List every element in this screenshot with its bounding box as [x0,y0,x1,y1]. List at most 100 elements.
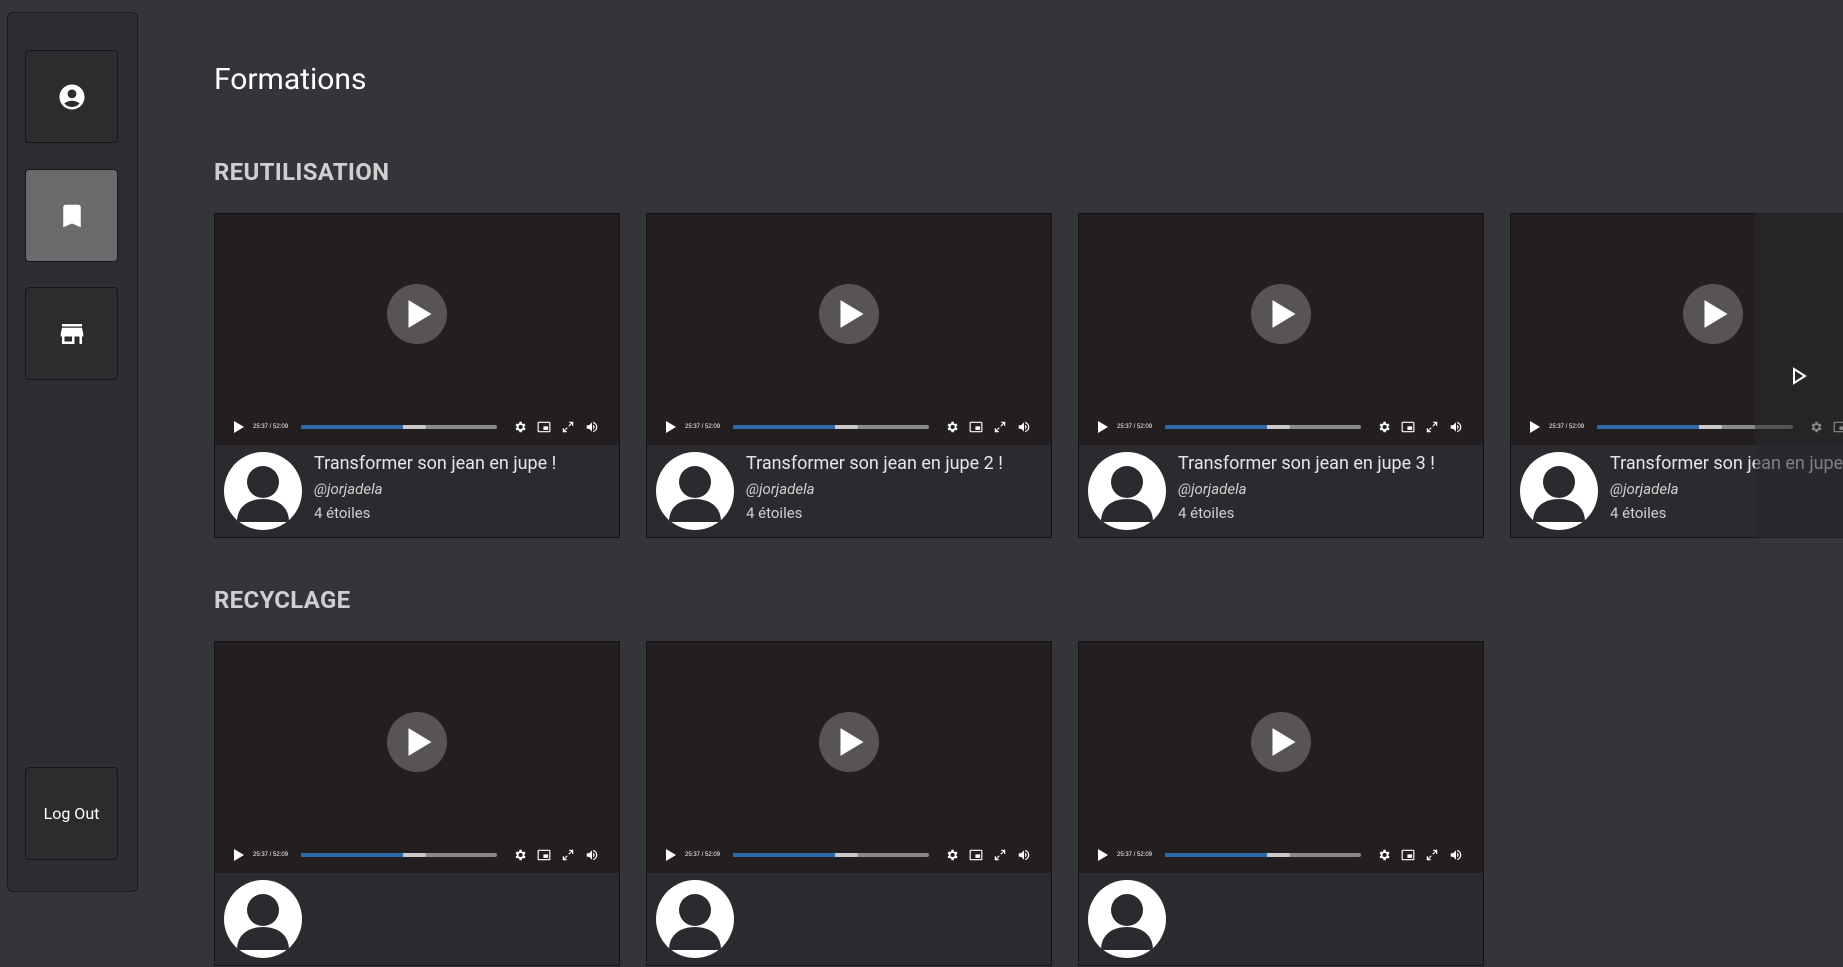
page-title: Formations [214,62,367,97]
picture-in-picture-icon[interactable] [537,848,551,862]
play-button[interactable] [1251,284,1311,344]
progress-bar[interactable] [733,853,929,857]
play-button[interactable] [1251,712,1311,772]
picture-in-picture-icon[interactable] [969,848,983,862]
play-small-icon[interactable] [664,848,678,862]
fullscreen-icon[interactable] [1425,848,1439,862]
progress-played [733,853,835,857]
nav-bookmarks-button[interactable] [25,169,118,262]
settings-icon[interactable] [1377,420,1391,434]
user-avatar-icon [1533,466,1585,522]
play-small-icon[interactable] [232,848,246,862]
scroll-next-button[interactable] [1755,213,1843,538]
sidebar: Log Out [7,12,138,892]
video-author[interactable]: @jorjadela [746,480,815,498]
video-title[interactable]: Transformer son jean en jupe ! [314,453,556,474]
video-player[interactable]: 25:37 / 52:09 [215,214,619,445]
progress-bar[interactable] [301,853,497,857]
play-button[interactable] [387,712,447,772]
settings-icon[interactable] [1377,848,1391,862]
video-time: 25:37 / 52:09 [1117,852,1153,858]
video-time: 25:37 / 52:09 [253,424,289,430]
progress-played [1165,425,1267,429]
play-button[interactable] [1683,284,1743,344]
video-card[interactable]: 25:37 / 52:09 Transformer son jean en ju… [1078,213,1484,538]
picture-in-picture-icon[interactable] [1401,420,1415,434]
video-row-recyclage: 25:37 / 52:09 25:37 / 52:09 25:37 / 52:0… [214,641,1843,967]
nav-profile-button[interactable] [25,50,118,143]
fullscreen-icon[interactable] [561,848,575,862]
play-button[interactable] [387,284,447,344]
fullscreen-icon[interactable] [993,420,1007,434]
progress-bar[interactable] [733,425,929,429]
settings-icon[interactable] [513,848,527,862]
play-button[interactable] [819,712,879,772]
volume-icon[interactable] [1449,848,1463,862]
volume-icon[interactable] [1017,420,1031,434]
video-card[interactable]: 25:37 / 52:09 [646,641,1052,966]
video-time: 25:37 / 52:09 [685,852,721,858]
video-info [215,873,619,965]
video-card[interactable]: 25:37 / 52:09 Transformer son jean en ju… [214,213,620,538]
fullscreen-icon[interactable] [561,420,575,434]
fullscreen-icon[interactable] [1425,420,1439,434]
progress-played [301,853,403,857]
video-controls: 25:37 / 52:09 [215,842,619,868]
picture-in-picture-icon[interactable] [537,420,551,434]
video-player[interactable]: 25:37 / 52:09 [215,642,619,873]
picture-in-picture-icon[interactable] [969,420,983,434]
user-avatar-icon [1101,894,1153,950]
volume-icon[interactable] [585,420,599,434]
progress-bar[interactable] [1165,853,1361,857]
play-button[interactable] [819,284,879,344]
video-title[interactable]: Transformer son jean en jupe 3 ! [1178,453,1435,474]
video-card[interactable]: 25:37 / 52:09 [1078,641,1484,966]
video-title[interactable]: Transformer son jean en jupe 2 ! [746,453,1003,474]
settings-icon[interactable] [513,420,527,434]
play-small-icon[interactable] [1096,848,1110,862]
video-info [1079,873,1483,965]
avatar[interactable] [656,880,734,958]
avatar[interactable] [1088,452,1166,530]
play-small-icon[interactable] [1528,420,1542,434]
fullscreen-icon[interactable] [993,848,1007,862]
avatar[interactable] [656,452,734,530]
video-card[interactable]: 25:37 / 52:09 Transformer son jean en ju… [646,213,1052,538]
video-info: Transformer son jean en jupe ! @jorjadel… [215,445,619,537]
video-controls: 25:37 / 52:09 [215,414,619,440]
section-title-recyclage: RECYCLAGE [214,586,351,614]
volume-icon[interactable] [1017,848,1031,862]
picture-in-picture-icon[interactable] [1401,848,1415,862]
avatar[interactable] [224,880,302,958]
progress-played [1165,853,1267,857]
progress-played [733,425,835,429]
avatar[interactable] [1088,880,1166,958]
logout-button[interactable]: Log Out [25,767,118,860]
video-rating: 4 étoiles [746,504,803,522]
avatar[interactable] [1520,452,1598,530]
settings-icon[interactable] [945,848,959,862]
video-player[interactable]: 25:37 / 52:09 [647,214,1051,445]
video-author[interactable]: @jorjadela [1610,480,1679,498]
video-info: Transformer son jean en jupe 2 ! @jorjad… [647,445,1051,537]
volume-icon[interactable] [585,848,599,862]
video-author[interactable]: @jorjadela [314,480,383,498]
video-player[interactable]: 25:37 / 52:09 [1079,214,1483,445]
video-card[interactable]: 25:37 / 52:09 [214,641,620,966]
play-small-icon[interactable] [664,420,678,434]
progress-bar[interactable] [1165,425,1361,429]
play-small-icon[interactable] [232,420,246,434]
play-icon [1703,300,1728,328]
video-player[interactable]: 25:37 / 52:09 [647,642,1051,873]
volume-icon[interactable] [1449,420,1463,434]
play-small-icon[interactable] [1096,420,1110,434]
video-author[interactable]: @jorjadela [1178,480,1247,498]
progress-bar[interactable] [301,425,497,429]
video-player[interactable]: 25:37 / 52:09 [1079,642,1483,873]
user-avatar-icon [237,466,289,522]
avatar[interactable] [224,452,302,530]
nav-store-button[interactable] [25,287,118,380]
settings-icon[interactable] [945,420,959,434]
progress-played [1597,425,1699,429]
account-circle-icon [59,84,84,109]
